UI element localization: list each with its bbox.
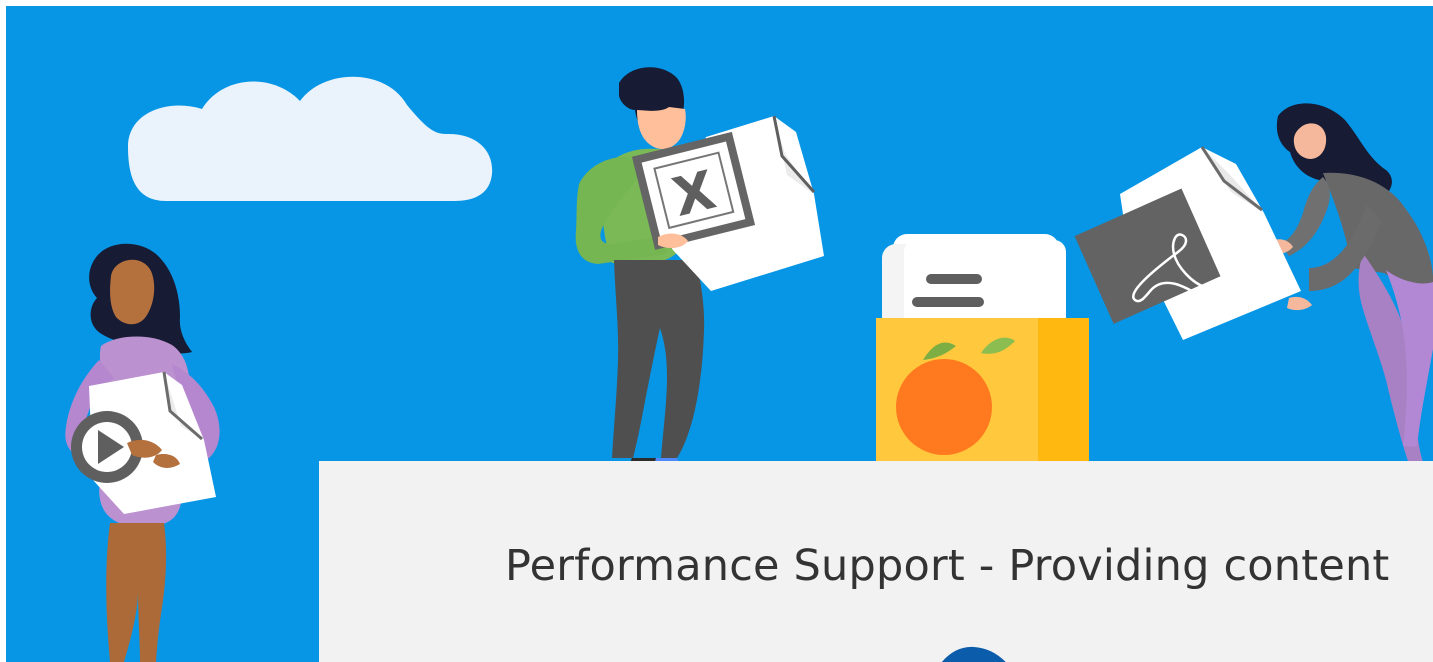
pdf-document-icon	[1074, 146, 1301, 340]
file-box-icon	[876, 234, 1089, 468]
screen: X Performance Support - Providing conten…	[0, 0, 1433, 662]
cloud-icon	[128, 76, 493, 201]
page-title: Performance Support - Providing content	[505, 541, 1390, 591]
content-card: Performance Support - Providing content	[319, 461, 1433, 662]
man-holding-excel-figure	[575, 67, 705, 465]
pointer-icon	[942, 646, 1006, 662]
